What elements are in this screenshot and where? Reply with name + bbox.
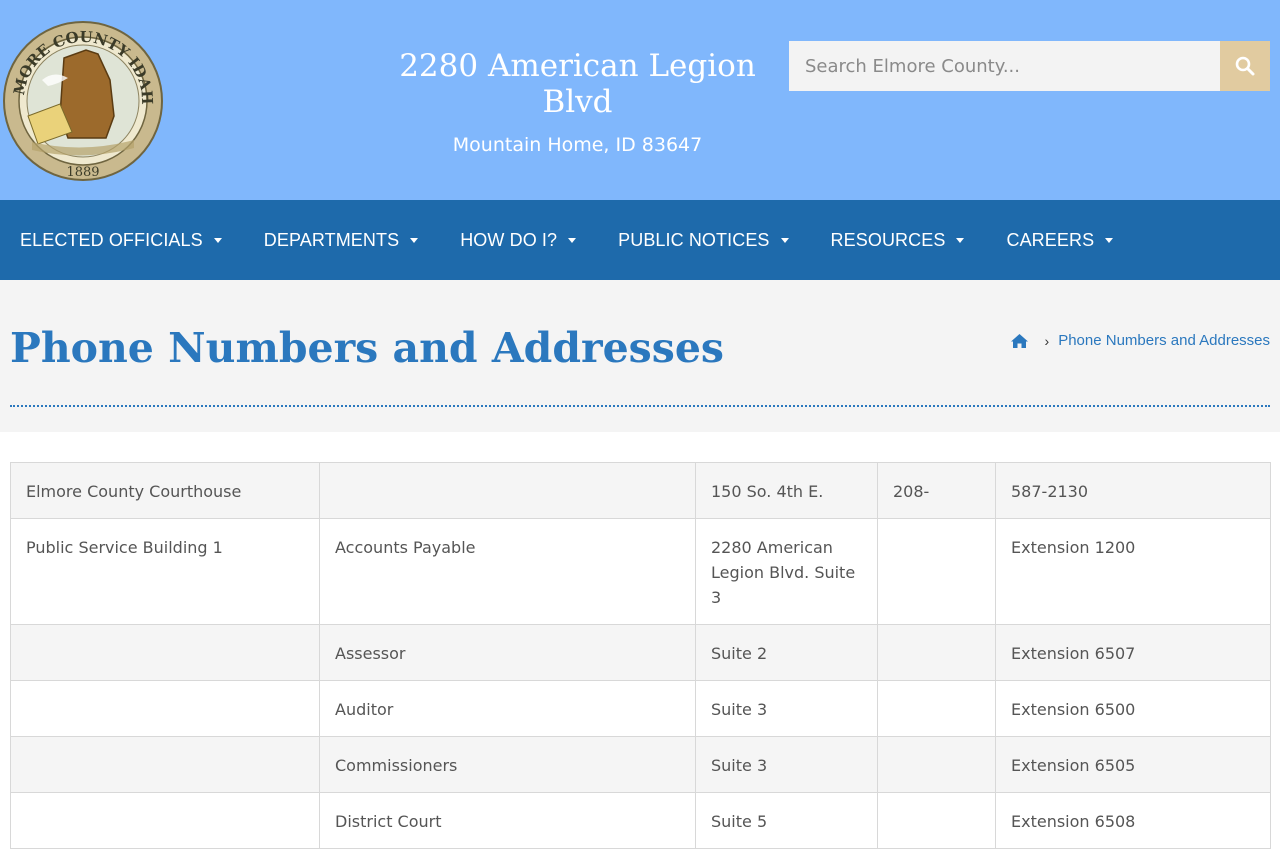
cell-phone: Extension 6507 — [995, 624, 1271, 681]
table-row: Public Service Building 1 Accounts Payab… — [10, 518, 1271, 625]
nav-resources[interactable]: RESOURCES — [831, 230, 965, 251]
header-address: 2280 American Legion Blvd Mountain Home,… — [390, 48, 765, 156]
breadcrumb: › Phone Numbers and Addresses — [1010, 332, 1270, 349]
site-header: ELMORE COUNTY IDAHO 1889 2280 American L… — [0, 0, 1280, 200]
cell-location — [10, 736, 320, 793]
cell-address: Suite 3 — [695, 736, 878, 793]
site-search — [789, 41, 1270, 91]
caret-down-icon — [1105, 237, 1114, 243]
main-nav: ELECTED OFFICIALS DEPARTMENTS HOW DO I? … — [0, 200, 1280, 280]
table-row: Assessor Suite 2 Extension 6507 — [10, 624, 1271, 681]
nav-label: DEPARTMENTS — [263, 229, 400, 250]
phone-table-wrap: Elmore County Courthouse 150 So. 4th E. … — [10, 462, 1271, 849]
search-icon — [1235, 56, 1255, 76]
cell-area-code — [877, 736, 996, 793]
cell-department: District Court — [319, 792, 696, 849]
seal-year: 1889 — [66, 165, 99, 180]
cell-location — [10, 624, 320, 681]
nav-label: RESOURCES — [830, 229, 946, 250]
cell-area-code — [877, 624, 996, 681]
cell-phone: Extension 6500 — [995, 680, 1271, 737]
cell-address: Suite 2 — [695, 624, 878, 681]
table-row: Commissioners Suite 3 Extension 6505 — [10, 736, 1271, 793]
nav-label: ELECTED OFFICIALS — [20, 229, 203, 250]
cell-area-code — [877, 680, 996, 737]
nav-departments[interactable]: DEPARTMENTS — [263, 229, 419, 251]
cell-location — [10, 792, 320, 849]
cell-area-code — [877, 518, 996, 625]
cell-department: Assessor — [319, 624, 696, 681]
caret-down-icon — [213, 237, 222, 243]
table-row: Auditor Suite 3 Extension 6500 — [10, 680, 1271, 737]
cell-location: Public Service Building 1 — [10, 518, 320, 625]
address-city: Mountain Home, ID 83647 — [452, 134, 703, 156]
cell-department: Auditor — [319, 680, 696, 737]
nav-public-notices[interactable]: PUBLIC NOTICES — [618, 229, 789, 251]
cell-address: Suite 5 — [695, 792, 878, 849]
seal-icon: ELMORE COUNTY IDAHO 1889 — [2, 20, 163, 181]
page-title: Phone Numbers and Addresses — [10, 324, 725, 372]
cell-area-code: 208- — [877, 462, 996, 519]
table-row: District Court Suite 5 Extension 6508 — [10, 792, 1271, 849]
nav-elected-officials[interactable]: ELECTED OFFICIALS — [20, 230, 222, 251]
county-seal-logo[interactable]: ELMORE COUNTY IDAHO 1889 — [2, 20, 164, 182]
title-divider — [10, 405, 1270, 407]
cell-location: Elmore County Courthouse — [10, 462, 320, 519]
search-button[interactable] — [1220, 41, 1270, 91]
cell-phone: Extension 6508 — [995, 792, 1271, 849]
caret-down-icon — [780, 237, 789, 243]
page-title-band: Phone Numbers and Addresses › Phone Numb… — [0, 280, 1280, 432]
phone-address-table: Elmore County Courthouse 150 So. 4th E. … — [10, 462, 1271, 849]
nav-careers[interactable]: CAREERS — [1006, 229, 1114, 251]
nav-how-do-i[interactable]: HOW DO I? — [460, 229, 577, 251]
cell-phone: Extension 6505 — [995, 736, 1271, 793]
nav-label: CAREERS — [1006, 229, 1095, 250]
cell-phone: 587-2130 — [995, 462, 1271, 519]
nav-label: PUBLIC NOTICES — [618, 229, 770, 250]
cell-address: 2280 American Legion Blvd. Suite 3 — [695, 518, 878, 625]
caret-down-icon — [568, 237, 577, 243]
cell-department — [319, 462, 696, 519]
caret-down-icon — [956, 237, 965, 243]
table-row: Elmore County Courthouse 150 So. 4th E. … — [10, 462, 1271, 519]
cell-location — [10, 680, 320, 737]
nav-label: HOW DO I? — [460, 229, 558, 250]
cell-area-code — [877, 792, 996, 849]
address-street: 2280 American Legion Blvd — [399, 48, 756, 120]
cell-department: Commissioners — [319, 736, 696, 793]
search-input[interactable] — [789, 41, 1220, 91]
home-icon[interactable] — [1010, 333, 1029, 349]
cell-address: Suite 3 — [695, 680, 878, 737]
cell-phone: Extension 1200 — [995, 518, 1271, 625]
chevron-right-icon: › — [1044, 332, 1050, 349]
cell-address: 150 So. 4th E. — [695, 462, 878, 519]
breadcrumb-current[interactable]: Phone Numbers and Addresses — [1058, 332, 1270, 349]
cell-department: Accounts Payable — [319, 518, 696, 625]
caret-down-icon — [410, 237, 419, 243]
